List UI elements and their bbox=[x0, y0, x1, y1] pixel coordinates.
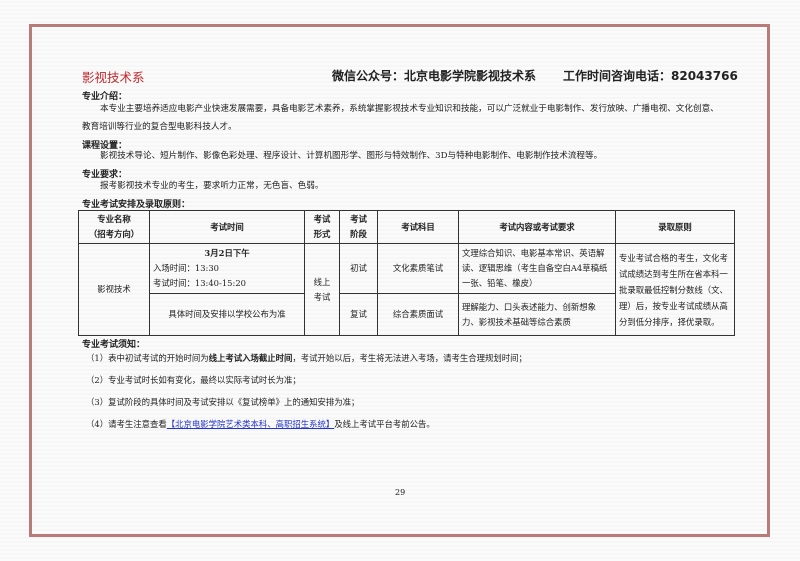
content-cell: 文理综合知识、电影基本常识、英语解读、逻辑思维（考生自备空白A4草稿纸一张、铅笔… bbox=[459, 244, 616, 294]
col-major: 专业名称（招考方向） bbox=[79, 211, 150, 244]
col-stage: 考试阶段 bbox=[340, 211, 378, 244]
table-header-row: 专业名称（招考方向） 考试时间 考试形式 考试阶段 考试科目 考试内容或考试要求… bbox=[79, 211, 735, 244]
admissions-system-link[interactable]: 【北京电影学院艺术类本科、高职招生系统】 bbox=[167, 419, 335, 429]
col-subject: 考试科目 bbox=[378, 211, 459, 244]
note-3: （3）复试阶段的具体时间及考试安排以《复试榜单》上的通知安排为准； bbox=[86, 396, 359, 408]
time-cell: 3月2日下午入场时间：13:30考试时间：13:40-15:20 bbox=[150, 244, 305, 294]
notes-heading: 专业考试须知： bbox=[82, 337, 145, 350]
wechat-account: 微信公众号：北京电影学院影视技术系 bbox=[332, 67, 536, 84]
note-4: （4）请考生注意查看【北京电影学院艺术类本科、高职招生系统】及线上考试平台考前公… bbox=[86, 418, 435, 430]
intro-text: 本专业主要培养适应电影产业快速发展需要，具备电影艺术素养，系统掌握影视技术专业知… bbox=[82, 100, 727, 136]
subject-cell: 文化素质笔试 bbox=[378, 244, 459, 294]
page-number: 29 bbox=[395, 488, 405, 497]
requirements-text: 报考影视技术专业的考生，要求听力正常，无色盲、色弱。 bbox=[82, 177, 727, 195]
stage-cell: 复试 bbox=[340, 294, 378, 336]
col-admit: 录取原则 bbox=[616, 211, 735, 244]
col-content: 考试内容或考试要求 bbox=[459, 211, 616, 244]
courses-text: 影视技术导论、短片制作、影像色彩处理、程序设计、计算机图形学、图形与特效制作、3… bbox=[82, 147, 727, 165]
major-cell: 影视技术 bbox=[79, 244, 150, 336]
exam-table: 专业名称（招考方向） 考试时间 考试形式 考试阶段 考试科目 考试内容或考试要求… bbox=[78, 210, 735, 336]
admit-cell: 专业考试合格的考生，文化考试成绩达到考生所在省本科一批录取最低控制分数线（文、理… bbox=[616, 244, 735, 336]
exam-heading: 专业考试安排及录取原则： bbox=[82, 197, 190, 210]
form-cell: 线上考试 bbox=[305, 244, 340, 336]
department-title: 影视技术系 bbox=[82, 67, 145, 86]
note-1: （1）表中初试考试的开始时间为线上考试入场截止时间，考试开始以后，考生将无法进入… bbox=[86, 352, 527, 364]
time-cell: 具体时间及安排以学校公布为准 bbox=[150, 294, 305, 336]
note-2: （2）专业考试时长如有变化，最终以实际考试时长为准； bbox=[86, 374, 301, 386]
phone-info: 工作时间咨询电话：82043766 bbox=[563, 67, 738, 84]
subject-cell: 综合素质面试 bbox=[378, 294, 459, 336]
content-cell: 理解能力、口头表述能力、创新想象力、影视技术基础等综合素质 bbox=[459, 294, 616, 336]
col-time: 考试时间 bbox=[150, 211, 305, 244]
stage-cell: 初试 bbox=[340, 244, 378, 294]
table-row: 影视技术 3月2日下午入场时间：13:30考试时间：13:40-15:20 线上… bbox=[79, 244, 735, 294]
col-form: 考试形式 bbox=[305, 211, 340, 244]
